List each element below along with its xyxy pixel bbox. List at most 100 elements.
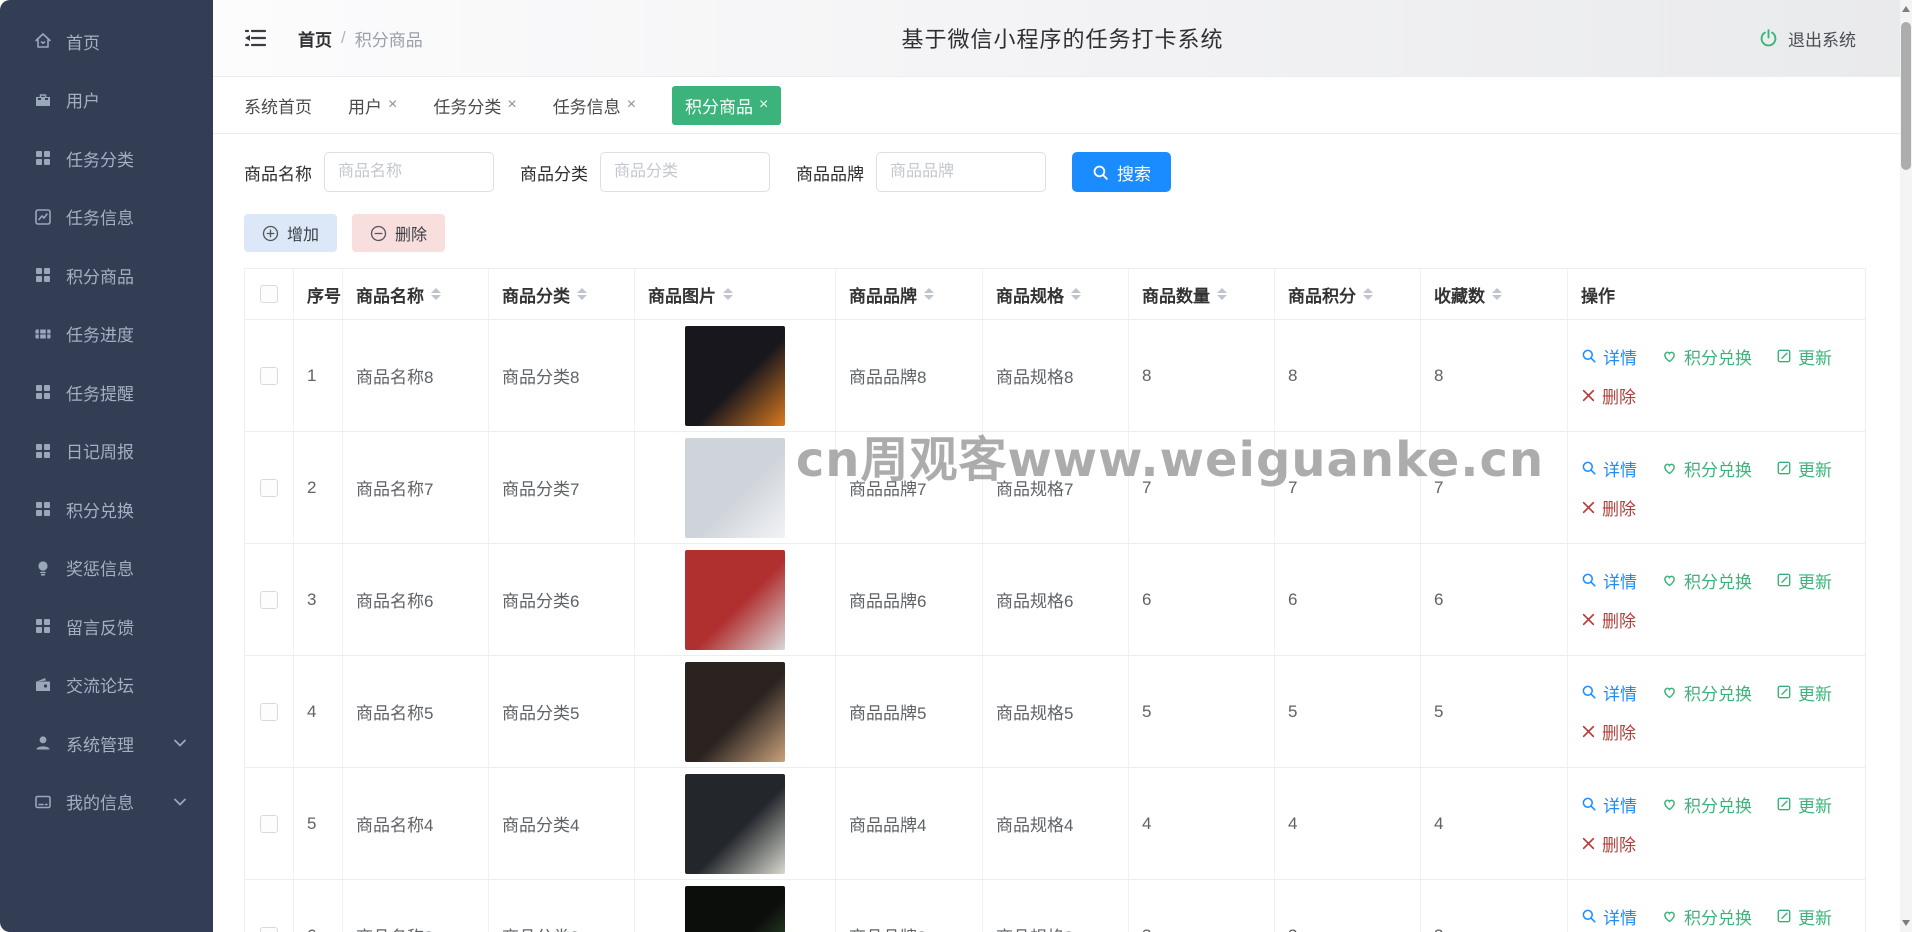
column-header-category[interactable]: 商品分类 xyxy=(489,269,635,319)
exchange-link[interactable]: 积分兑换 xyxy=(1661,344,1752,369)
exchange-link[interactable]: 积分兑换 xyxy=(1661,904,1752,929)
detail-link[interactable]: 详情 xyxy=(1581,792,1637,817)
close-icon[interactable]: × xyxy=(759,96,768,114)
row-checkbox[interactable] xyxy=(260,366,278,385)
grid-icon xyxy=(36,151,50,166)
close-icon[interactable]: × xyxy=(627,96,636,114)
scrollbar-thumb[interactable] xyxy=(1901,22,1911,170)
row-checkbox[interactable] xyxy=(260,814,278,833)
sort-icon[interactable] xyxy=(1217,288,1227,300)
tab-users[interactable]: 用户 × xyxy=(348,93,397,118)
row-checkbox[interactable] xyxy=(260,702,278,721)
exchange-link[interactable]: 积分兑换 xyxy=(1661,456,1752,481)
cell-favorites: 3 xyxy=(1421,880,1568,932)
sidebar-item-points-goods[interactable]: 积分商品 xyxy=(0,246,213,305)
delete-button[interactable]: 删除 xyxy=(352,214,446,252)
magnifier-icon xyxy=(1582,349,1596,363)
tab-task-category[interactable]: 任务分类 × xyxy=(433,93,516,118)
column-header-points[interactable]: 商品积分 xyxy=(1275,269,1421,319)
row-checkbox[interactable] xyxy=(260,590,278,609)
exchange-link[interactable]: 积分兑换 xyxy=(1661,568,1752,593)
cell-index: 1 xyxy=(294,320,343,431)
sort-icon[interactable] xyxy=(924,288,934,300)
update-link[interactable]: 更新 xyxy=(1776,456,1832,481)
sidebar-item-task-category[interactable]: 任务分类 xyxy=(0,129,213,188)
delete-link[interactable]: 删除 xyxy=(1581,383,1636,408)
update-link[interactable]: 更新 xyxy=(1776,792,1832,817)
sidebar-item-points-exchange[interactable]: 积分兑换 xyxy=(0,480,213,539)
sidebar-item-system-management[interactable]: 系统管理 xyxy=(0,714,213,773)
column-header-name[interactable]: 商品名称 xyxy=(343,269,489,319)
tab-points-goods-active[interactable]: 积分商品 × xyxy=(672,85,782,125)
exchange-link[interactable]: 积分兑换 xyxy=(1661,680,1752,705)
delete-link[interactable]: 删除 xyxy=(1581,495,1636,520)
sidebar-item-my-info[interactable]: 我的信息 xyxy=(0,773,213,832)
logout-button[interactable]: 退出系统 xyxy=(1758,26,1856,51)
sidebar-item-label: 系统管理 xyxy=(66,735,134,755)
table-toolbar: 增加 删除 xyxy=(244,214,1866,252)
detail-link[interactable]: 详情 xyxy=(1581,456,1637,481)
chevron-down-icon xyxy=(174,739,186,748)
sidebar-item-home[interactable]: 首页 xyxy=(0,12,213,71)
cell-quantity: 5 xyxy=(1129,656,1275,767)
sidebar-item-task-info[interactable]: 任务信息 xyxy=(0,188,213,247)
add-button[interactable]: 增加 xyxy=(244,214,338,252)
sort-icon[interactable] xyxy=(1071,288,1081,300)
sort-icon[interactable] xyxy=(1363,288,1373,300)
cell-name: 商品名称7 xyxy=(343,432,489,543)
sidebar-item-label: 用户 xyxy=(66,92,100,112)
cell-quantity: 8 xyxy=(1129,320,1275,431)
sidebar-item-feedback[interactable]: 留言反馈 xyxy=(0,597,213,656)
grid-icon xyxy=(36,268,50,283)
search-button[interactable]: 搜索 xyxy=(1072,152,1171,192)
detail-link[interactable]: 详情 xyxy=(1581,344,1637,369)
breadcrumb-home[interactable]: 首页 xyxy=(298,26,332,51)
cell-quantity: 4 xyxy=(1129,768,1275,879)
search-input-brand[interactable] xyxy=(876,152,1046,192)
delete-link[interactable]: 删除 xyxy=(1581,607,1636,632)
sidebar-item-task-reminder[interactable]: 任务提醒 xyxy=(0,363,213,422)
scroll-up-arrow[interactable] xyxy=(1900,2,1912,16)
close-icon[interactable]: × xyxy=(388,96,397,114)
scroll-down-arrow[interactable] xyxy=(1900,916,1912,930)
select-all-checkbox[interactable] xyxy=(260,285,278,303)
cell-index: 5 xyxy=(294,768,343,879)
update-link[interactable]: 更新 xyxy=(1776,904,1832,929)
update-link[interactable]: 更新 xyxy=(1776,344,1832,369)
sort-icon[interactable] xyxy=(723,288,733,300)
sidebar-item-forum[interactable]: 交流论坛 xyxy=(0,656,213,715)
delete-link[interactable]: 删除 xyxy=(1581,831,1636,856)
column-header-spec[interactable]: 商品规格 xyxy=(983,269,1129,319)
content-area: 商品名称 商品分类 商品品牌 搜索 xyxy=(213,134,1912,932)
update-link[interactable]: 更新 xyxy=(1776,680,1832,705)
search-input-name[interactable] xyxy=(324,152,494,192)
chart-icon xyxy=(35,208,51,225)
close-icon xyxy=(1582,389,1595,401)
sort-icon[interactable] xyxy=(1492,288,1502,300)
update-link[interactable]: 更新 xyxy=(1776,568,1832,593)
column-header-image[interactable]: 商品图片 xyxy=(635,269,836,319)
sidebar-item-users[interactable]: 用户 xyxy=(0,71,213,130)
column-header-brand[interactable]: 商品品牌 xyxy=(836,269,983,319)
sort-icon[interactable] xyxy=(577,288,587,300)
sort-icon[interactable] xyxy=(431,288,441,300)
vertical-scrollbar[interactable] xyxy=(1900,0,1912,932)
column-header-favorites[interactable]: 收藏数 xyxy=(1421,269,1568,319)
detail-link[interactable]: 详情 xyxy=(1581,680,1637,705)
row-checkbox[interactable] xyxy=(260,926,278,932)
column-header-quantity[interactable]: 商品数量 xyxy=(1129,269,1275,319)
sidebar-item-reward-punish[interactable]: 奖惩信息 xyxy=(0,539,213,598)
sidebar-item-diary-report[interactable]: 日记周报 xyxy=(0,422,213,481)
row-checkbox[interactable] xyxy=(260,478,278,497)
table-row: 3 商品名称6 商品分类6 商品品牌6 商品规格6 6 6 6 详情 积分兑换 … xyxy=(245,543,1865,655)
delete-link[interactable]: 删除 xyxy=(1581,719,1636,744)
detail-link[interactable]: 详情 xyxy=(1581,568,1637,593)
tab-task-info[interactable]: 任务信息 × xyxy=(553,93,636,118)
search-input-category[interactable] xyxy=(600,152,770,192)
detail-link[interactable]: 详情 xyxy=(1581,904,1637,929)
close-icon[interactable]: × xyxy=(507,96,516,114)
exchange-link[interactable]: 积分兑换 xyxy=(1661,792,1752,817)
sidebar-item-task-progress[interactable]: 任务进度 xyxy=(0,305,213,364)
tab-system-home[interactable]: 系统首页 xyxy=(244,93,312,118)
collapse-sidebar-icon[interactable] xyxy=(242,27,268,49)
